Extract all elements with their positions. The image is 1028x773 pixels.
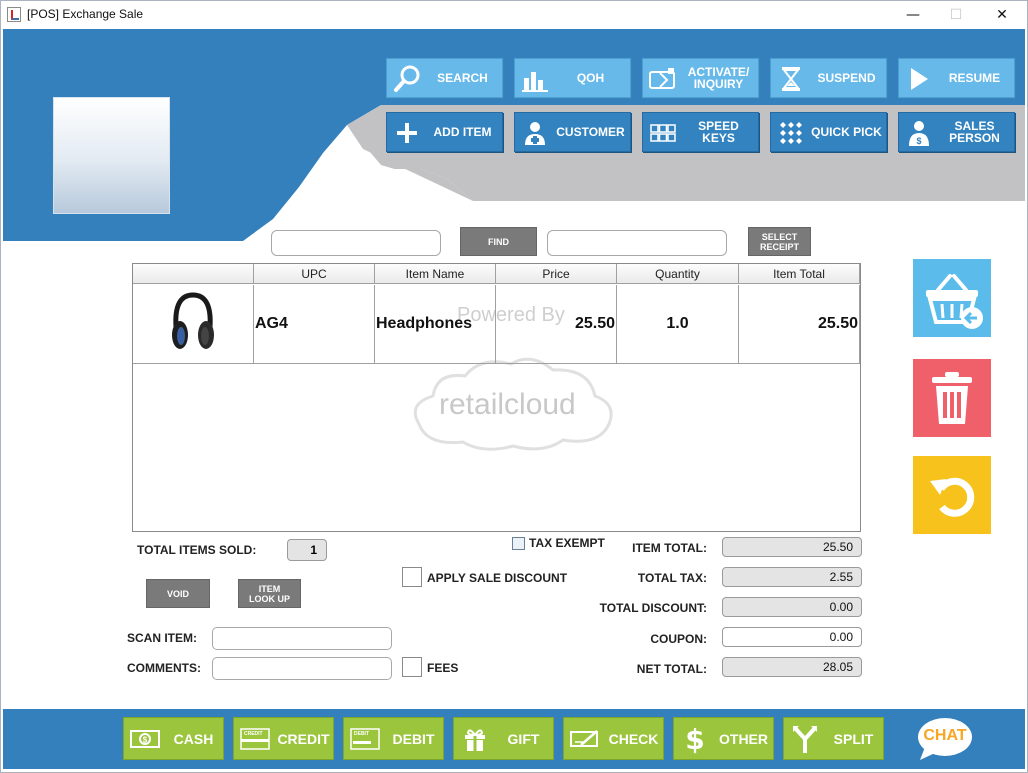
total-tax-label: TOTAL TAX: — [637, 571, 707, 585]
cell-item-name: Headphones — [375, 285, 496, 364]
debit-card-icon: DEBIT — [348, 722, 382, 756]
grid-dots-icon — [775, 117, 807, 149]
scan-item-input[interactable] — [212, 627, 392, 650]
column-header-quantity: Quantity — [617, 264, 739, 284]
fees-label: FEES — [427, 661, 459, 675]
apply-sale-discount-label: APPLY SALE DISCOUNT — [427, 571, 568, 585]
window-title: [POS] Exchange Sale — [27, 7, 144, 21]
svg-text:CREDIT: CREDIT — [244, 731, 263, 737]
basket-return-icon — [926, 274, 983, 329]
item-total-value: 25.50 — [722, 537, 862, 557]
cell-item-total: 25.50 — [739, 285, 860, 364]
check-button[interactable]: CHECK — [563, 717, 664, 760]
total-discount-label: TOTAL DISCOUNT: — [599, 601, 707, 615]
customer-button[interactable]: CUSTOMER — [514, 112, 631, 152]
gift-icon — [458, 722, 492, 756]
total-discount-value: 0.00 — [722, 597, 862, 617]
column-header-item-name: Item Name — [375, 264, 496, 284]
comments-label: COMMENTS: — [127, 661, 201, 675]
items-table: UPC Item Name Price Quantity Item Total … — [132, 263, 861, 532]
column-header-item-total: Item Total — [739, 264, 860, 284]
suspend-button[interactable]: SUSPEND — [770, 58, 887, 98]
other-button[interactable]: $ OTHER — [673, 717, 774, 760]
svg-text:$: $ — [143, 736, 148, 745]
credit-card-icon: CREDIT — [238, 722, 272, 756]
chat-label: CHAT — [923, 727, 967, 744]
keypad-icon — [647, 117, 679, 149]
cell-upc: AG4 — [254, 285, 375, 364]
gift-button[interactable]: GIFT — [453, 717, 554, 760]
pos-window: [POS] Exchange Sale — ☐ ✕ SEARCH QOH ACT… — [0, 0, 1028, 773]
fees-checkbox[interactable] — [402, 657, 422, 677]
delete-button[interactable] — [913, 359, 991, 437]
cell-price: 25.50 — [496, 285, 617, 364]
plus-icon — [391, 117, 423, 149]
net-total-label: NET TOTAL: — [636, 662, 707, 676]
item-lookup-button[interactable]: ITEM LOOK UP — [238, 579, 301, 608]
undo-icon — [930, 477, 975, 517]
total-items-sold-value: 1 — [287, 539, 327, 561]
undo-button[interactable] — [913, 456, 991, 534]
cash-button[interactable]: $ CASH — [123, 717, 224, 760]
play-icon — [903, 63, 935, 95]
apply-sale-discount-checkbox[interactable] — [402, 567, 422, 587]
scan-item-label: SCAN ITEM: — [127, 631, 197, 645]
title-bar: [POS] Exchange Sale — ☐ ✕ — [1, 1, 1027, 29]
cell-quantity: 1.0 — [617, 285, 739, 364]
item-total-label: ITEM TOTAL: — [632, 541, 707, 555]
cash-icon: $ — [128, 722, 162, 756]
find-input[interactable] — [271, 230, 441, 256]
column-header-price: Price — [496, 264, 617, 284]
add-item-button[interactable]: ADD ITEM — [386, 112, 503, 152]
hourglass-icon — [775, 63, 807, 95]
comments-input[interactable] — [212, 657, 392, 680]
column-header-upc: UPC — [254, 264, 375, 284]
headphones-image — [172, 292, 214, 349]
trash-icon — [932, 372, 972, 424]
total-tax-value: 2.55 — [722, 567, 862, 587]
bar-chart-icon — [519, 63, 551, 95]
coupon-input[interactable]: 0.00 — [722, 627, 862, 647]
qoh-button[interactable]: QOH — [514, 58, 631, 98]
search-button[interactable]: SEARCH — [386, 58, 503, 98]
svg-text:$: $ — [916, 136, 921, 146]
void-button[interactable]: VOID — [146, 579, 210, 608]
sales-person-button[interactable]: $ SALES PERSON — [898, 112, 1015, 152]
coupon-label: COUPON: — [650, 632, 707, 646]
dollar-icon: $ — [685, 722, 705, 756]
close-button[interactable]: ✕ — [990, 5, 1014, 25]
receipt-input[interactable] — [547, 230, 727, 256]
minimize-button[interactable]: — — [901, 5, 925, 25]
debit-button[interactable]: DEBIT DEBIT — [343, 717, 444, 760]
salesperson-icon: $ — [903, 117, 935, 149]
tax-exempt-label: TAX EXEMPT — [529, 536, 605, 550]
column-header-image — [133, 264, 254, 284]
select-receipt-button[interactable]: SELECT RECEIPT — [748, 227, 811, 256]
total-items-sold-label: TOTAL ITEMS SOLD: — [137, 543, 257, 557]
svg-text:DEBIT: DEBIT — [354, 731, 369, 737]
net-total-value: 28.05 — [722, 657, 862, 677]
split-button[interactable]: SPLIT — [783, 717, 884, 760]
java-app-icon — [7, 7, 21, 22]
quick-pick-button[interactable]: QUICK PICK — [770, 112, 887, 152]
store-logo — [53, 97, 170, 214]
activate-inquiry-button[interactable]: ACTIVATE/ INQUIRY — [642, 58, 759, 98]
credit-button[interactable]: CREDIT CREDIT — [233, 717, 334, 760]
tax-exempt-checkbox[interactable] — [512, 537, 525, 550]
maximize-button: ☐ — [949, 7, 963, 23]
card-activate-icon — [647, 63, 679, 95]
return-basket-button[interactable] — [913, 259, 991, 337]
resume-button[interactable]: RESUME — [898, 58, 1015, 98]
add-user-icon — [519, 117, 551, 149]
speed-keys-button[interactable]: SPEED KEYS — [642, 112, 759, 152]
chat-button[interactable]: CHAT — [917, 717, 973, 761]
split-icon — [788, 722, 822, 756]
table-row[interactable] — [133, 285, 254, 364]
check-icon — [568, 722, 602, 756]
search-icon — [391, 63, 423, 95]
find-button[interactable]: FIND — [460, 227, 537, 256]
